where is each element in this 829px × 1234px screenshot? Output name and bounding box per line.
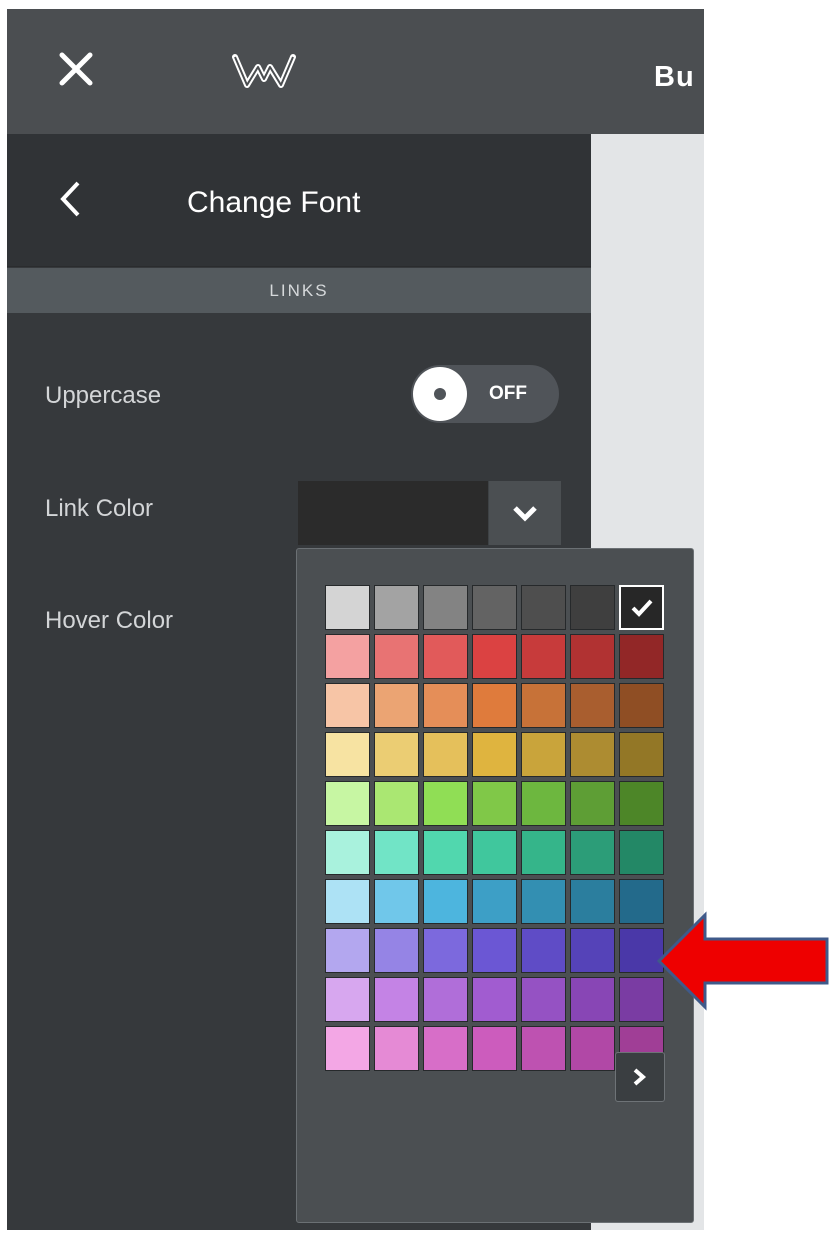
next-page-button[interactable] — [615, 1052, 665, 1102]
color-swatch[interactable] — [423, 634, 468, 679]
color-swatch[interactable] — [570, 683, 615, 728]
color-swatch[interactable] — [325, 830, 370, 875]
red-arrow-icon — [657, 911, 829, 1011]
color-swatch[interactable] — [521, 879, 566, 924]
panel-header: Change Font — [7, 134, 591, 267]
toggle-state-label: OFF — [489, 383, 527, 404]
color-swatch[interactable] — [423, 879, 468, 924]
color-swatch[interactable] — [325, 1026, 370, 1071]
color-swatch[interactable] — [570, 1026, 615, 1071]
color-swatch[interactable] — [325, 928, 370, 973]
section-label: LINKS — [269, 281, 329, 300]
color-swatch[interactable] — [423, 977, 468, 1022]
color-swatch[interactable] — [472, 732, 517, 777]
color-swatch[interactable] — [374, 683, 419, 728]
swatch-grid — [325, 585, 664, 1071]
color-swatch[interactable] — [423, 928, 468, 973]
panel-title: Change Font — [187, 186, 361, 219]
section-header: LINKS — [7, 268, 591, 313]
color-swatch[interactable] — [325, 977, 370, 1022]
color-swatch[interactable] — [374, 830, 419, 875]
color-swatch[interactable] — [325, 879, 370, 924]
toggle-knob — [413, 367, 467, 421]
color-swatch[interactable] — [374, 977, 419, 1022]
color-swatch[interactable] — [325, 732, 370, 777]
color-swatch[interactable] — [619, 830, 664, 875]
color-swatch[interactable] — [423, 1026, 468, 1071]
color-swatch[interactable] — [374, 928, 419, 973]
color-swatch[interactable] — [472, 781, 517, 826]
color-swatch[interactable] — [570, 830, 615, 875]
color-swatch[interactable] — [374, 879, 419, 924]
hover-color-label: Hover Color — [45, 607, 174, 634]
color-swatch[interactable] — [521, 732, 566, 777]
color-swatch[interactable] — [570, 879, 615, 924]
uppercase-label: Uppercase — [45, 382, 162, 409]
color-swatch[interactable] — [521, 1026, 566, 1071]
color-swatch[interactable] — [472, 928, 517, 973]
color-swatch[interactable] — [374, 781, 419, 826]
topbar-text[interactable]: Bu — [654, 61, 695, 94]
color-swatch[interactable] — [521, 683, 566, 728]
color-swatch[interactable] — [521, 977, 566, 1022]
color-swatch[interactable] — [374, 732, 419, 777]
color-swatch[interactable] — [325, 781, 370, 826]
color-swatch[interactable] — [423, 683, 468, 728]
link-color-label: Link Color — [45, 495, 154, 522]
color-swatch[interactable] — [423, 781, 468, 826]
color-swatch[interactable] — [423, 732, 468, 777]
color-swatch[interactable] — [472, 977, 517, 1022]
color-swatch[interactable] — [472, 683, 517, 728]
color-swatch[interactable] — [570, 781, 615, 826]
color-palette-popup — [296, 548, 694, 1223]
color-swatch[interactable] — [374, 585, 419, 630]
checkmark-icon — [631, 599, 653, 617]
color-swatch[interactable] — [619, 732, 664, 777]
color-swatch[interactable] — [521, 634, 566, 679]
uppercase-toggle[interactable]: OFF — [411, 365, 559, 423]
color-swatch[interactable] — [521, 781, 566, 826]
color-swatch[interactable] — [472, 585, 517, 630]
color-swatch[interactable] — [570, 585, 615, 630]
color-swatch[interactable] — [472, 634, 517, 679]
color-swatch[interactable] — [423, 585, 468, 630]
color-swatch[interactable] — [325, 683, 370, 728]
color-swatch[interactable] — [325, 585, 370, 630]
close-icon[interactable] — [56, 49, 96, 89]
color-swatch[interactable] — [570, 928, 615, 973]
color-swatch[interactable] — [374, 1026, 419, 1071]
color-swatch[interactable] — [619, 781, 664, 826]
color-swatch[interactable] — [521, 928, 566, 973]
color-swatch[interactable] — [570, 634, 615, 679]
weebly-logo-icon[interactable] — [229, 49, 299, 91]
top-bar: Bu — [7, 9, 704, 134]
color-swatch[interactable] — [570, 977, 615, 1022]
color-swatch[interactable] — [521, 830, 566, 875]
color-swatch[interactable] — [619, 634, 664, 679]
color-swatch[interactable] — [472, 1026, 517, 1071]
color-swatch[interactable] — [619, 585, 664, 630]
color-swatch[interactable] — [374, 634, 419, 679]
color-swatch[interactable] — [423, 830, 468, 875]
dropdown-button[interactable] — [488, 481, 561, 545]
color-swatch[interactable] — [570, 732, 615, 777]
color-swatch[interactable] — [325, 634, 370, 679]
color-swatch[interactable] — [521, 585, 566, 630]
color-swatch[interactable] — [472, 830, 517, 875]
link-color-select[interactable] — [298, 481, 561, 545]
chevron-left-icon[interactable] — [58, 180, 82, 218]
color-swatch[interactable] — [472, 879, 517, 924]
color-swatch[interactable] — [619, 683, 664, 728]
